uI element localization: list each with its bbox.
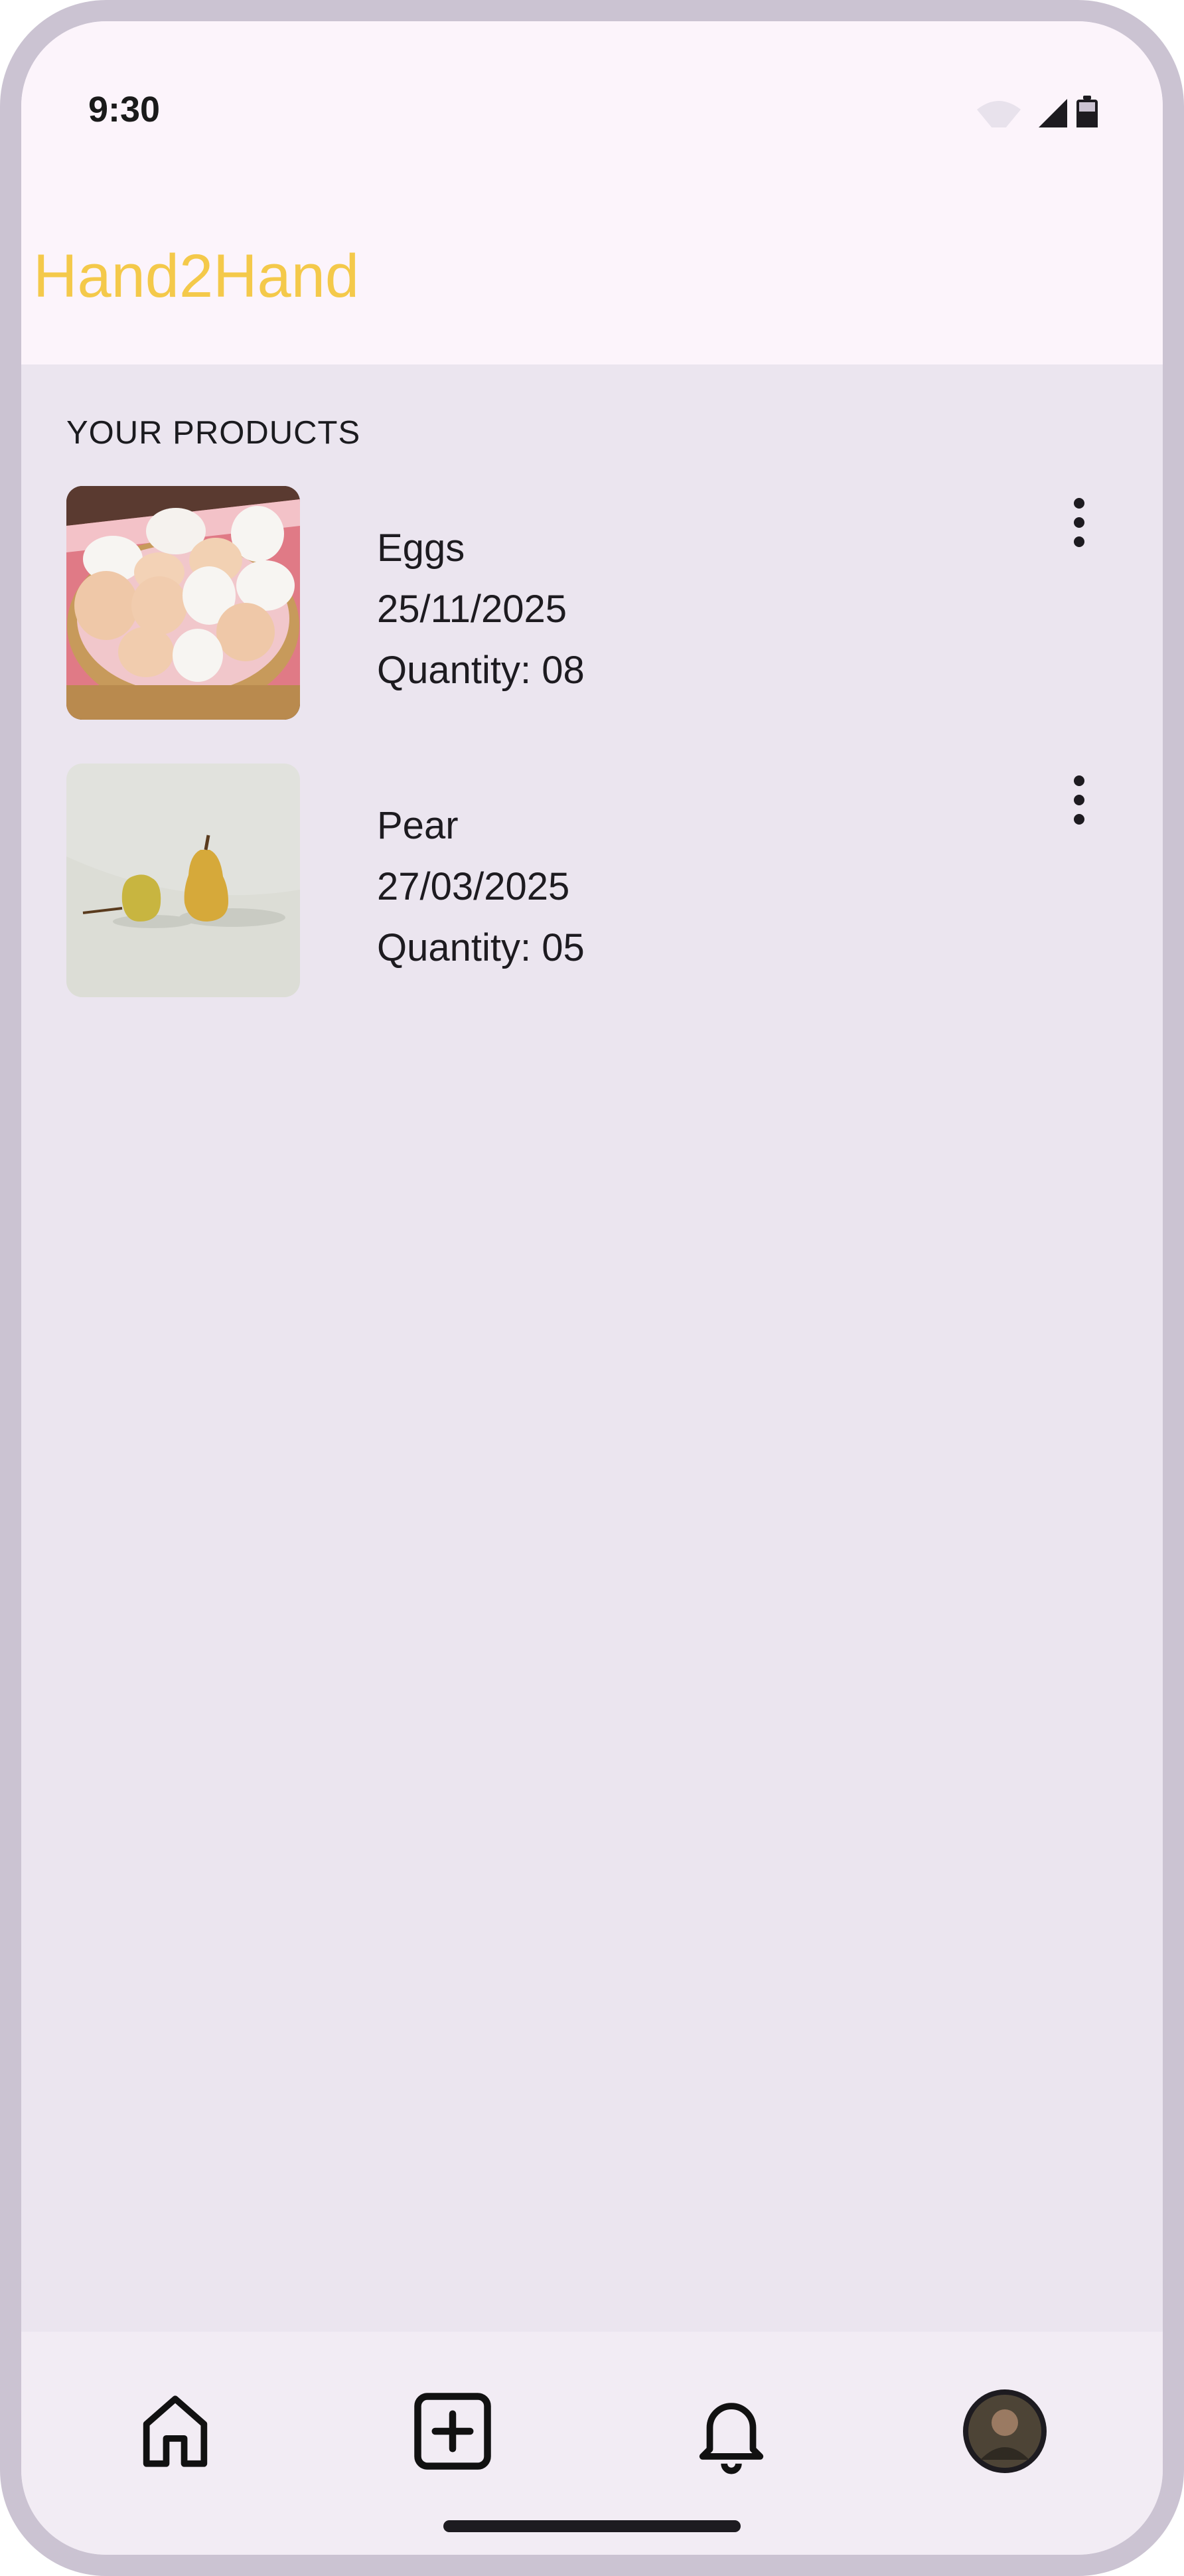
notifications-bell-icon xyxy=(699,2403,764,2474)
product-thumbnail-pear xyxy=(66,764,300,997)
section-heading: YOUR PRODUCTS xyxy=(66,415,361,451)
profile-avatar xyxy=(963,2389,1047,2473)
product-date: 27/03/2025 xyxy=(377,865,570,908)
nav-add-product[interactable] xyxy=(406,2385,499,2478)
device-frame: 9:30 Hand2Hand YOUR PRODUCTS Eggs 25/11/… xyxy=(0,0,1184,2576)
product-date: 25/11/2025 xyxy=(377,588,567,631)
status-time: 9:30 xyxy=(88,90,161,129)
status-bar: 9:30 xyxy=(21,21,1163,138)
product-quantity: Quantity: 05 xyxy=(377,926,585,969)
home-indicator[interactable] xyxy=(443,2520,741,2532)
add-product-icon xyxy=(414,2393,491,2470)
more-options-icon[interactable] xyxy=(1059,493,1099,552)
product-list-item[interactable]: Pear 27/03/2025 Quantity: 05 xyxy=(21,764,1163,1003)
app-title: Hand2Hand xyxy=(33,242,360,310)
top-app-bar: Hand2Hand xyxy=(21,127,1163,364)
product-name: Pear xyxy=(377,804,459,847)
product-list-item[interactable]: Eggs 25/11/2025 Quantity: 08 xyxy=(21,486,1163,725)
more-options-icon[interactable] xyxy=(1059,770,1099,830)
nav-profile[interactable] xyxy=(958,2385,1051,2478)
app-screen: 9:30 Hand2Hand YOUR PRODUCTS Eggs 25/11/… xyxy=(21,21,1163,2555)
nav-home[interactable] xyxy=(129,2385,222,2478)
product-thumbnail-eggs xyxy=(66,486,300,720)
product-quantity: Quantity: 08 xyxy=(377,649,585,692)
home-icon xyxy=(143,2395,208,2467)
product-info: Pear 27/03/2025 Quantity: 05 xyxy=(377,795,585,979)
nav-notifications[interactable] xyxy=(685,2385,778,2478)
product-info: Eggs 25/11/2025 Quantity: 08 xyxy=(377,518,585,701)
product-name: Eggs xyxy=(377,526,465,570)
